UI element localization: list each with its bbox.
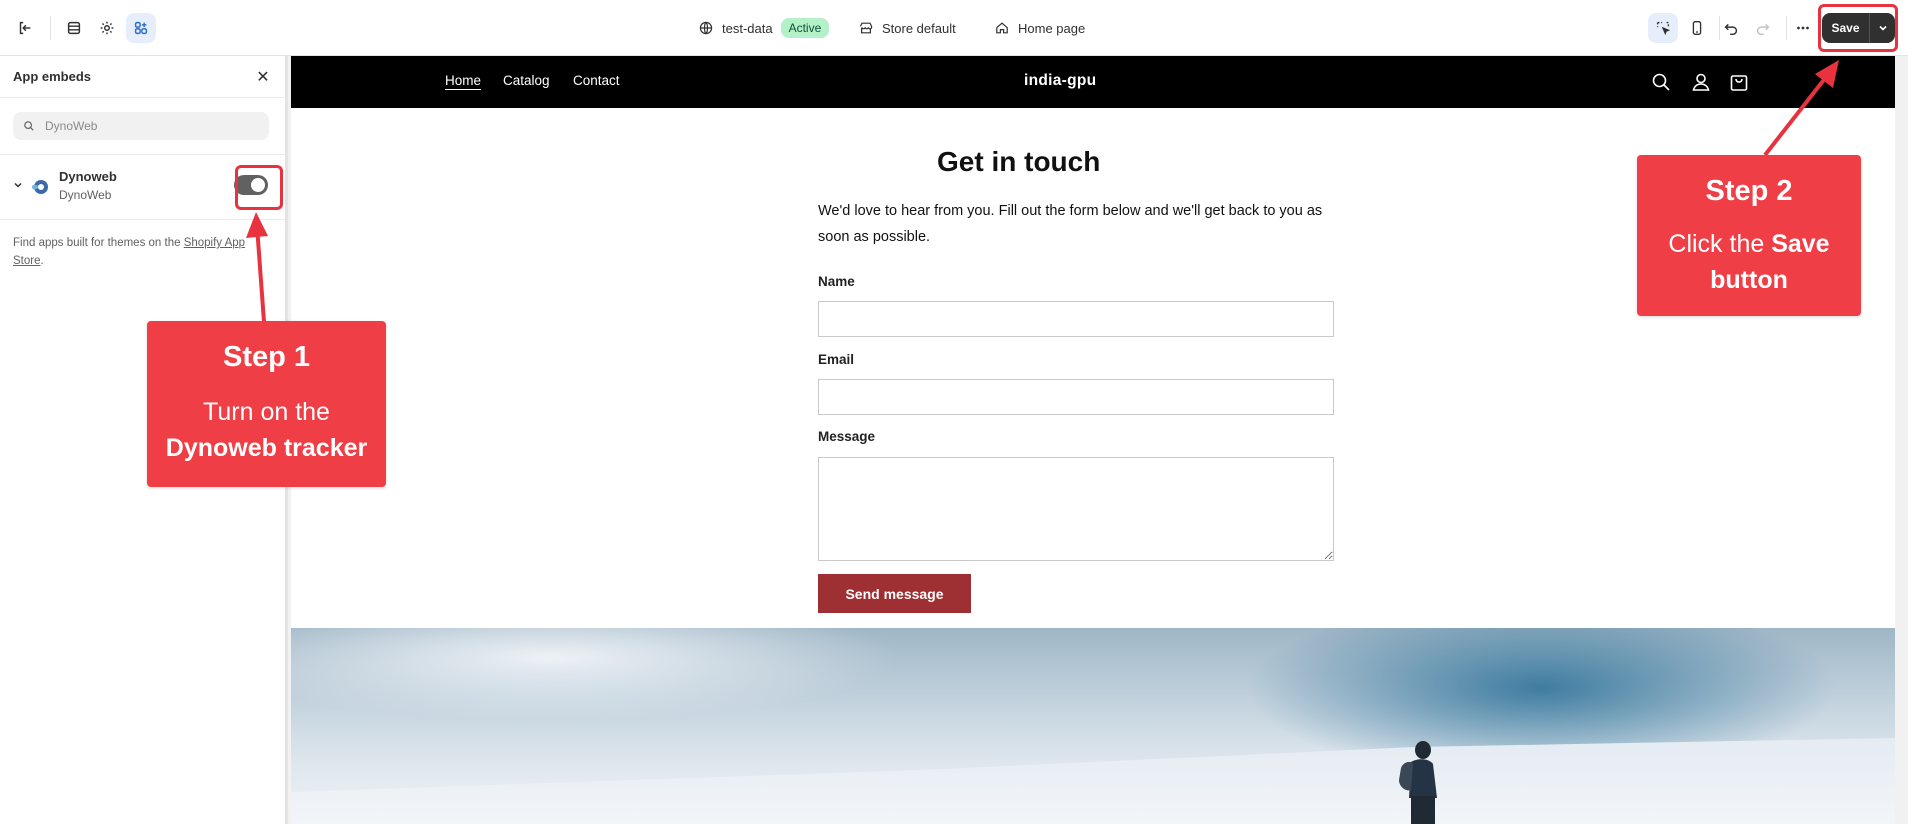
help-text-end: .: [40, 255, 44, 267]
email-label: Email: [818, 352, 855, 367]
store-context-selector[interactable]: Store default: [858, 16, 956, 40]
inspector-icon[interactable]: [1648, 13, 1678, 43]
name-field[interactable]: [818, 301, 1334, 337]
cart-icon[interactable]: [1727, 70, 1751, 94]
help-text: Find apps built for themes on the: [13, 237, 184, 249]
step2-line1-bold: Save: [1771, 230, 1830, 258]
more-actions-icon[interactable]: [1788, 13, 1818, 43]
close-icon[interactable]: ✕: [253, 67, 273, 87]
undo-icon[interactable]: [1716, 13, 1746, 43]
save-highlight-box: [1818, 4, 1898, 52]
home-icon: [996, 22, 1008, 34]
redo-icon[interactable]: [1748, 13, 1778, 43]
dynoweb-logo-icon: [32, 180, 48, 194]
hiker-figure: [1399, 741, 1437, 824]
step1-callout: Step 1 Turn on the Dynoweb tracker: [147, 321, 386, 487]
topbar-divider: [1786, 16, 1787, 40]
divider: [0, 219, 285, 220]
step2-line1: Click the Save: [1637, 226, 1861, 262]
contact-title: Get in touch: [937, 146, 1101, 177]
hero-image: [291, 628, 1895, 824]
email-field[interactable]: [818, 379, 1334, 415]
step1-title: Step 1: [222, 341, 311, 373]
panel-header: App embeds ✕: [0, 56, 285, 98]
page-template-selector[interactable]: Home page: [994, 16, 1085, 40]
account-icon[interactable]: [1689, 70, 1713, 94]
step2-callout: Step 2 Click the Save button: [1637, 155, 1861, 316]
step2-line2: button: [1710, 266, 1788, 294]
name-label: Name: [818, 274, 855, 289]
nav-link-home[interactable]: Home: [445, 73, 481, 88]
step1-line1: Turn on the: [203, 398, 330, 426]
nav-link-catalog[interactable]: Catalog: [503, 73, 550, 88]
store-brand[interactable]: india-gpu: [1024, 72, 1096, 90]
contact-description: We'd love to hear from you. Fill out the…: [818, 203, 1323, 245]
app-vendor: DynoWeb: [59, 188, 112, 202]
step2-line1-text: Click the: [1668, 230, 1772, 258]
globe-icon: [699, 21, 713, 35]
page-template-label: Home page: [1018, 20, 1086, 36]
theme-selector[interactable]: test-data Active: [698, 16, 830, 40]
search-icon: [24, 121, 34, 131]
step2-title: Step 2: [1705, 175, 1793, 207]
mobile-preview-icon[interactable]: [1682, 13, 1712, 43]
app-embeds-icon[interactable]: [126, 13, 156, 43]
snow-slope: [291, 738, 1895, 824]
message-label: Message: [818, 429, 876, 444]
search-icon[interactable]: [1649, 70, 1673, 94]
theme-status-badge: Active: [780, 18, 830, 38]
theme-name: test-data: [722, 20, 773, 36]
toggle-highlight-box: [235, 165, 283, 210]
topbar-divider: [50, 16, 51, 40]
message-textarea[interactable]: [818, 457, 1334, 561]
app-name: Dynoweb: [59, 169, 117, 184]
theme-settings-gear-icon[interactable]: [92, 13, 122, 43]
app-search-box: [13, 112, 269, 140]
app-store-help-text: Find apps built for themes on the Shopif…: [13, 234, 268, 270]
panel-title: App embeds: [13, 69, 92, 84]
store-context-label: Store default: [882, 20, 956, 36]
exit-icon[interactable]: [10, 13, 40, 43]
step1-line2: Dynoweb tracker: [165, 434, 368, 462]
chevron-down-icon[interactable]: [12, 179, 24, 191]
nav-link-contact[interactable]: Contact: [573, 73, 620, 88]
store-header: Home Catalog Contact india-gpu: [291, 56, 1895, 108]
editor-topbar: test-data Active Store default Home page…: [0, 0, 1908, 56]
store-icon: [859, 22, 873, 34]
sections-icon[interactable]: [59, 13, 89, 43]
send-message-button[interactable]: Send message: [818, 574, 971, 613]
app-search-input[interactable]: [45, 119, 245, 133]
